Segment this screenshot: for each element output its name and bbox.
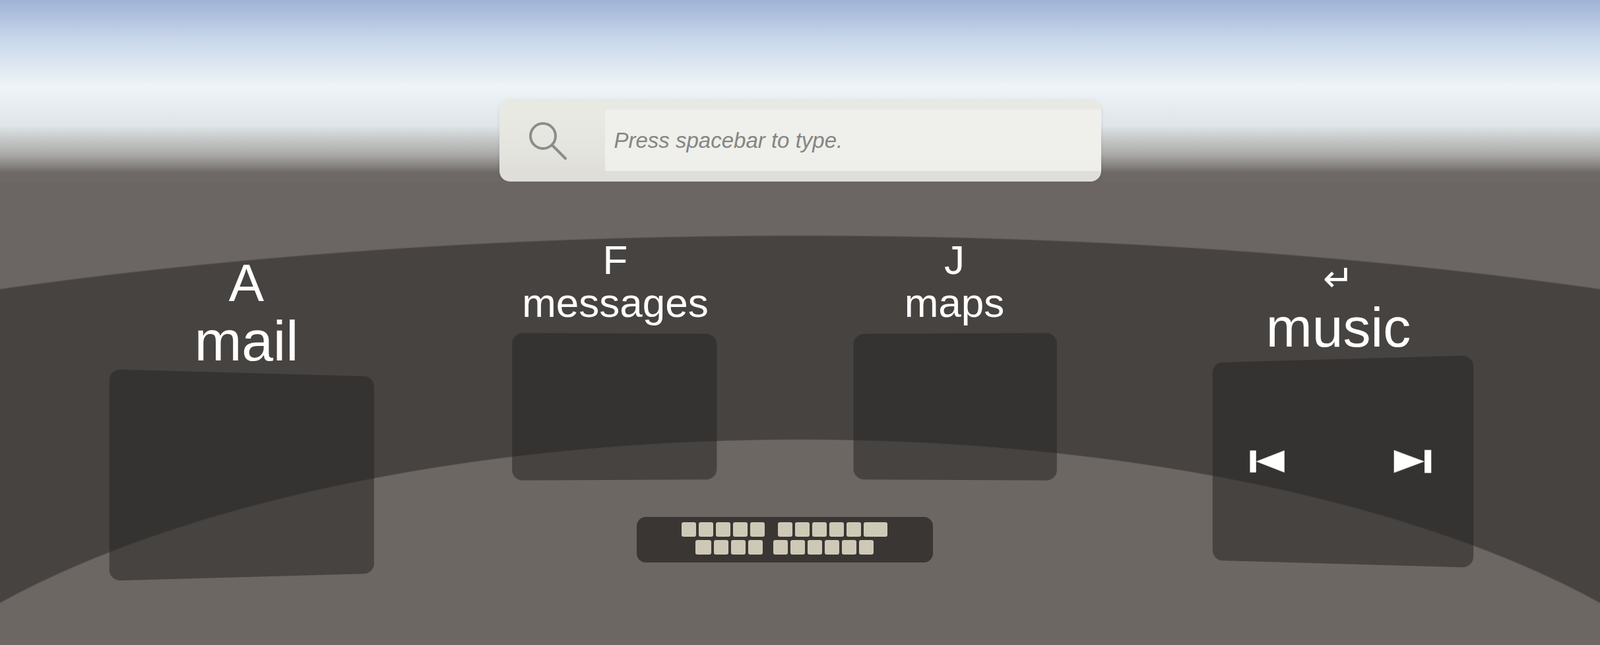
music-wrap: ↵music [1204, 181, 1473, 564]
keyboard-key [846, 521, 862, 537]
shortcut-key-label: J [944, 238, 965, 282]
next-track-icon[interactable] [1391, 445, 1434, 477]
keyboard-key [765, 539, 771, 555]
keyboard-key [767, 521, 776, 537]
app-label: music [1266, 298, 1411, 357]
vr-scene: Amail Fmessages Jmaps ↵music [0, 0, 1600, 645]
search-input[interactable] [605, 109, 1102, 171]
app-label: mail [194, 310, 299, 371]
keyboard-key [790, 539, 805, 555]
keyboard-key [695, 539, 712, 555]
keyboard-key [681, 521, 697, 537]
app-panel[interactable] [1212, 354, 1474, 567]
app-ring: Amail Fmessages Jmaps ↵music [0, 181, 1600, 645]
keyboard-key [748, 539, 763, 555]
keyboard-key [795, 521, 810, 537]
shortcut-key-label: ↵ [1322, 259, 1354, 299]
keyboard-key [824, 539, 840, 555]
previous-track-icon[interactable] [1248, 446, 1288, 476]
keyboard-key [715, 521, 731, 537]
shortcut-key-label: F [603, 238, 629, 282]
app-tile[interactable]: Fmessages [512, 238, 718, 480]
keyboard-row [649, 539, 920, 555]
keyboard-key [863, 521, 888, 537]
keyboard-key [841, 539, 857, 555]
center-group: Fmessages Jmaps [512, 181, 1057, 563]
center-row: Fmessages Jmaps [512, 181, 1057, 480]
app-tile[interactable]: ↵music [1204, 259, 1473, 564]
keyboard-key [750, 521, 765, 537]
keyboard-key [773, 539, 788, 555]
app-label: messages [521, 281, 709, 324]
app-label: maps [904, 281, 1005, 324]
keyboard-key [812, 521, 827, 537]
keyboard-key [731, 539, 746, 555]
app-panel[interactable] [109, 369, 375, 581]
search-bar[interactable] [499, 98, 1102, 182]
app-tile[interactable]: Jmaps [852, 238, 1057, 480]
keyboard-key [713, 539, 729, 555]
keyboard-row [649, 521, 920, 537]
keyboard-key [859, 539, 874, 555]
keyboard-key [698, 521, 714, 537]
app-panel[interactable] [512, 332, 717, 481]
keyboard-key [807, 539, 823, 555]
keyboard-icon [636, 516, 933, 563]
search-icon [524, 117, 571, 164]
app-panel[interactable] [853, 332, 1057, 481]
keyboard-key [829, 521, 844, 537]
shortcut-key-label: A [228, 255, 264, 311]
app-tile[interactable]: Amail [110, 255, 383, 577]
search-row [0, 98, 1600, 182]
keyboard-key [733, 521, 748, 537]
keyboard-key [777, 521, 793, 537]
